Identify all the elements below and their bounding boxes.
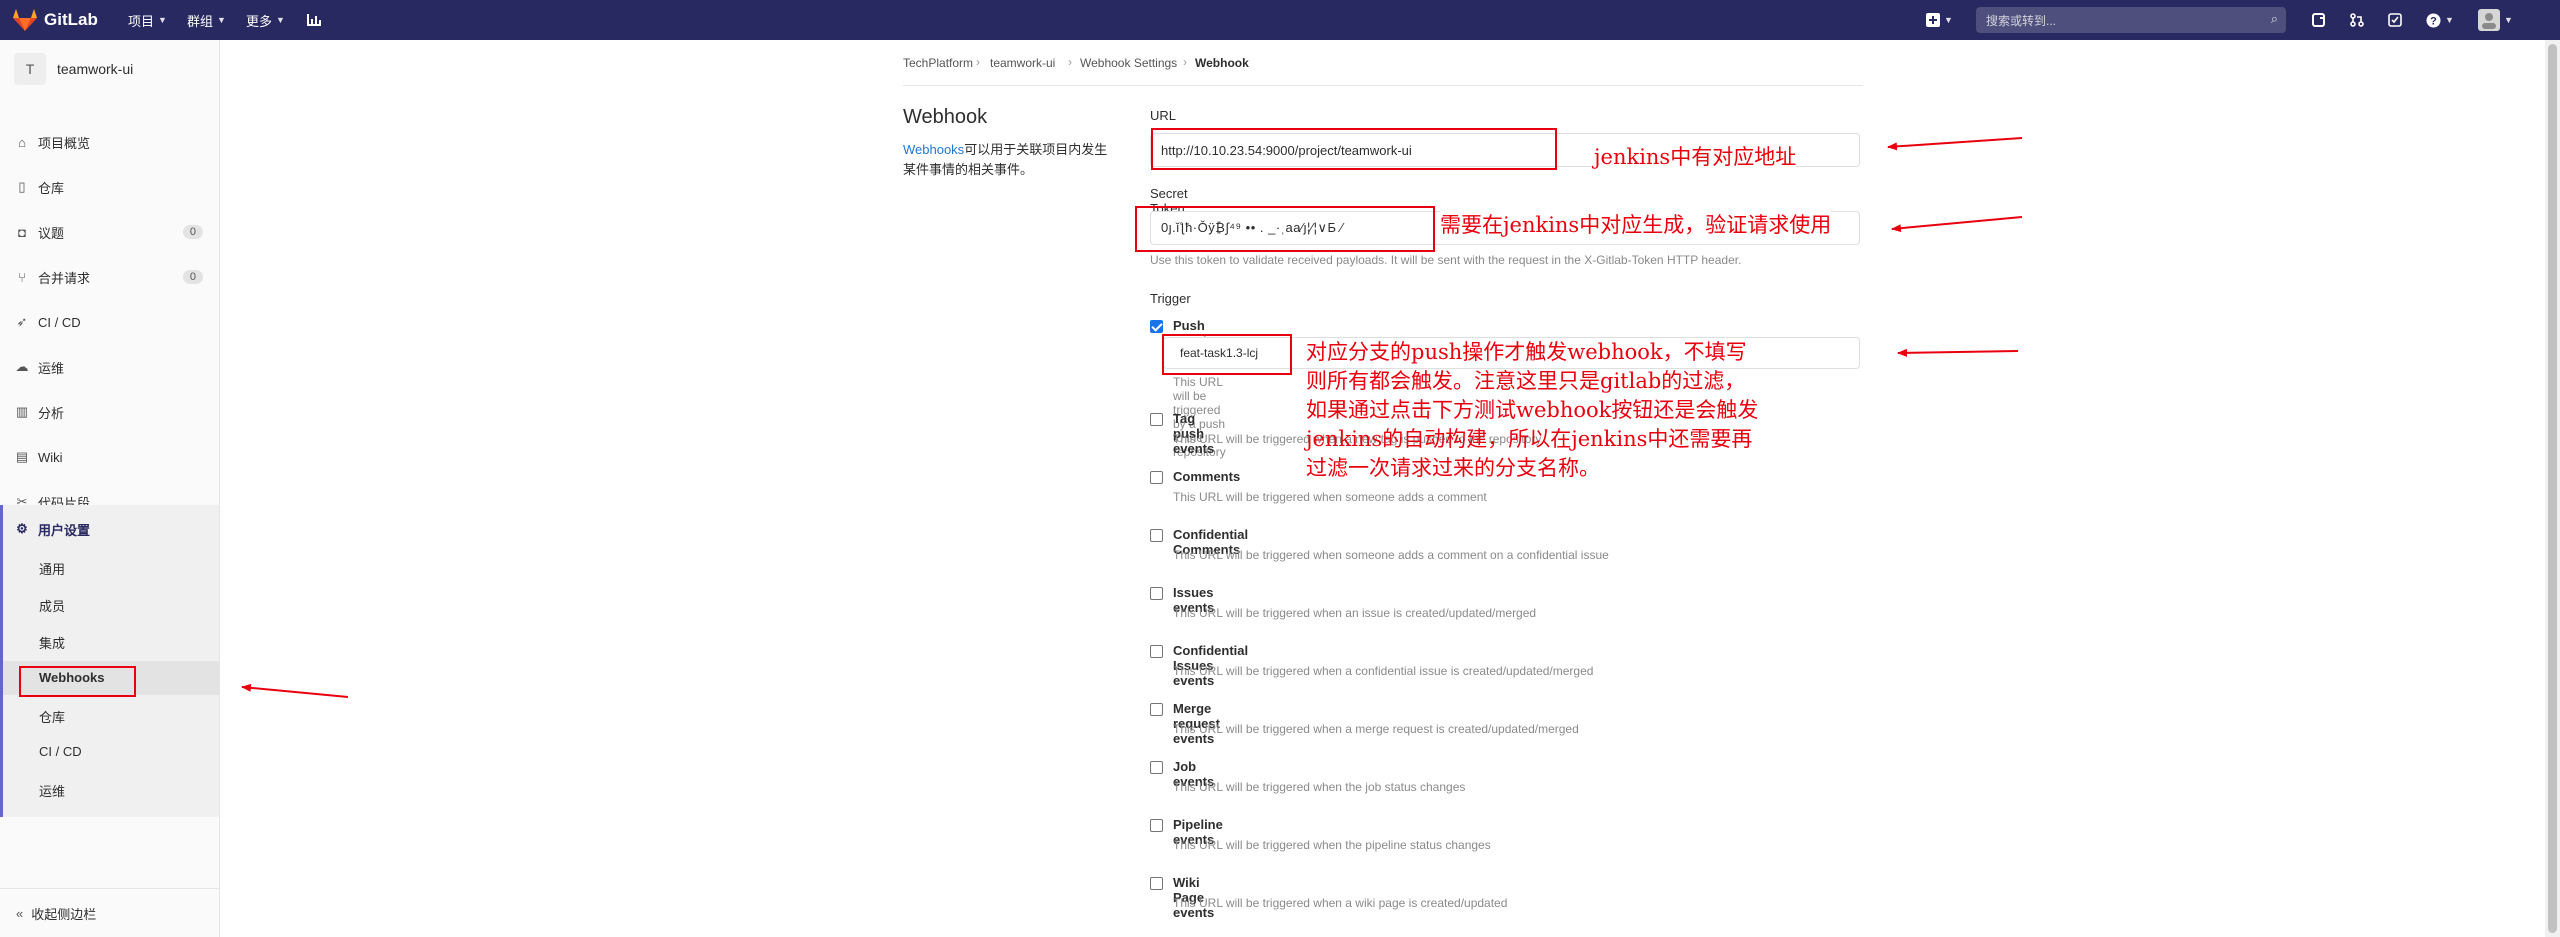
annotation-arrows-layer — [241, 137, 2023, 698]
annotation-arrow-token — [1891, 216, 2023, 233]
annotation-arrow-branch — [1897, 348, 2019, 357]
annotation-arrow-url — [1887, 137, 2023, 151]
scrollbar-thumb[interactable] — [2548, 44, 2557, 933]
annotation-arrow-webhooks — [241, 683, 349, 698]
